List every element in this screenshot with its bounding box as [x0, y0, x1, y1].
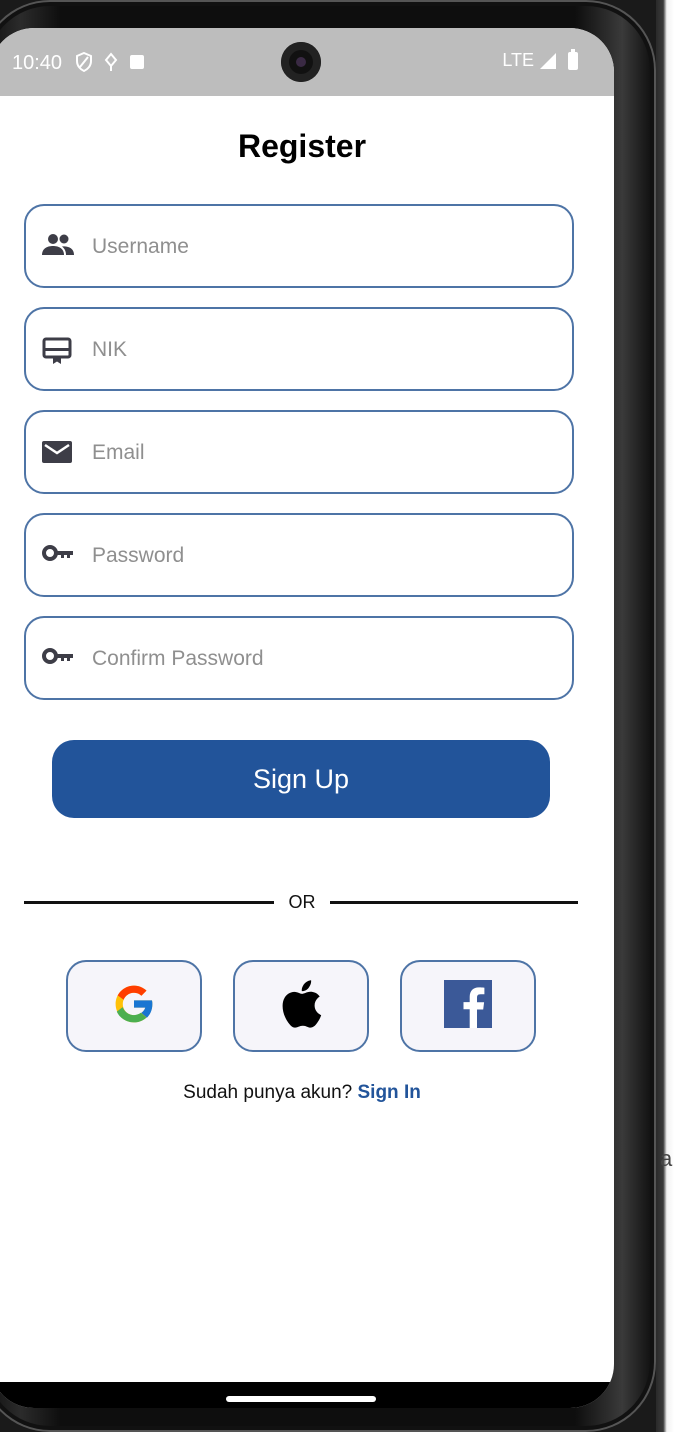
divider-line-left [24, 901, 274, 904]
sign-up-button[interactable]: Sign Up [52, 740, 550, 818]
phone-frame: 10:40 A LTE Register Username NIK Email … [0, 0, 656, 1432]
phone-screen: 10:40 A LTE Register Username NIK Email … [0, 28, 614, 1408]
facebook-login-button[interactable] [400, 960, 536, 1052]
apple-login-button[interactable] [233, 960, 369, 1052]
google-login-button[interactable] [66, 960, 202, 1052]
key-icon [42, 543, 74, 569]
username-field[interactable] [24, 204, 574, 288]
nik-input[interactable] [90, 327, 554, 373]
status-bar: 10:40 A LTE [0, 28, 614, 96]
page-title: Register [237, 128, 367, 164]
battery-icon [568, 48, 578, 70]
mail-icon [42, 440, 74, 466]
nik-field[interactable] [24, 307, 574, 391]
email-field[interactable] [24, 410, 574, 494]
username-input[interactable] [90, 224, 554, 270]
backdrop-text-fragment: a [660, 1146, 673, 1171]
facebook-icon [444, 979, 492, 1033]
divider-label: OR [288, 892, 316, 912]
email-input[interactable] [90, 430, 554, 476]
home-gesture-handle[interactable] [226, 1396, 376, 1402]
status-system-icons: LTE [502, 48, 578, 71]
group-icon [42, 234, 74, 260]
status-notification-icons: A [76, 51, 144, 78]
desktop-backdrop [656, 0, 674, 1432]
divider-line-right [330, 901, 578, 904]
password-field[interactable] [24, 513, 574, 597]
apple-icon [280, 979, 322, 1034]
app-notification-icon: A [130, 55, 144, 73]
sign-in-question: Sudah punya akun? [183, 1082, 353, 1103]
google-icon [110, 980, 158, 1033]
id-card-icon [42, 337, 74, 364]
location-icon [104, 52, 118, 78]
shield-icon [76, 51, 92, 78]
sign-in-link[interactable]: Sign In [358, 1082, 421, 1103]
confirm-password-input[interactable] [90, 636, 554, 682]
navigation-bar [0, 1382, 614, 1408]
front-camera [281, 42, 321, 82]
network-type: LTE [502, 50, 534, 70]
confirm-password-field[interactable] [24, 616, 574, 700]
password-input[interactable] [90, 533, 554, 579]
sign-in-prompt: Sudah punya akun? Sign In [0, 1082, 614, 1104]
status-time: 10:40 [12, 52, 63, 74]
key-icon [42, 646, 74, 672]
signal-icon [540, 52, 556, 69]
